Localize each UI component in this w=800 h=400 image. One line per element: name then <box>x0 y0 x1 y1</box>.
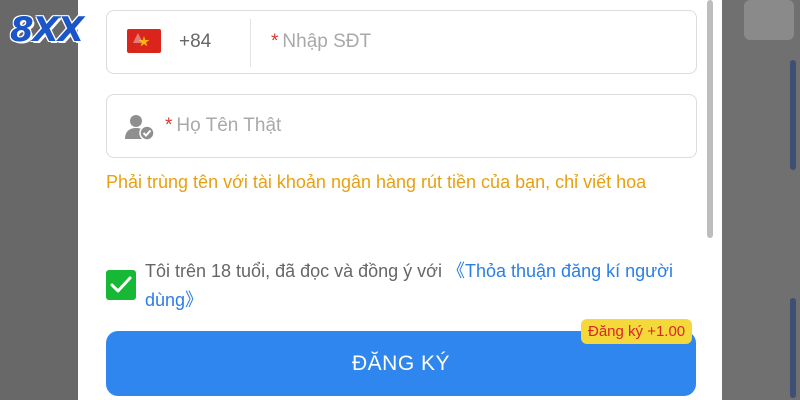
background-left <box>0 0 78 400</box>
phone-input-placeholder[interactable]: * Nhập SĐT <box>271 31 371 53</box>
vietnam-flag-icon[interactable] <box>127 29 161 53</box>
background-accent <box>790 298 796 398</box>
background-right <box>722 0 800 400</box>
phone-placeholder-text: Nhập SĐT <box>282 31 372 52</box>
check-icon <box>110 276 132 293</box>
consent-statement: Tôi trên 18 tuổi, đã đọc và đồng ý với <box>145 261 447 281</box>
consent-checkbox[interactable] <box>106 270 136 300</box>
brand-logo-text: 8XX <box>10 10 84 50</box>
modal-scrollbar-thumb[interactable] <box>707 0 713 238</box>
required-mark: * <box>271 31 279 52</box>
background-card <box>744 0 794 40</box>
full-name-placeholder-text: Họ Tên Thật <box>176 115 282 136</box>
user-verified-icon <box>125 115 155 141</box>
register-bonus-badge: Đăng ký +1.00 <box>581 319 693 344</box>
full-name-field[interactable]: * Họ Tên Thật <box>106 94 697 158</box>
required-mark: * <box>165 115 173 136</box>
full-name-input-placeholder[interactable]: * Họ Tên Thật <box>165 115 281 137</box>
consent-text: Tôi trên 18 tuổi, đã đọc và đồng ý với 《… <box>145 257 705 315</box>
phone-field[interactable]: +84 * Nhập SĐT <box>106 10 697 74</box>
phone-field-divider <box>250 19 251 67</box>
name-hint-text: Phải trùng tên với tài khoản ngân hàng r… <box>106 172 647 192</box>
background-accent <box>790 60 796 170</box>
country-code[interactable]: +84 <box>179 31 211 53</box>
